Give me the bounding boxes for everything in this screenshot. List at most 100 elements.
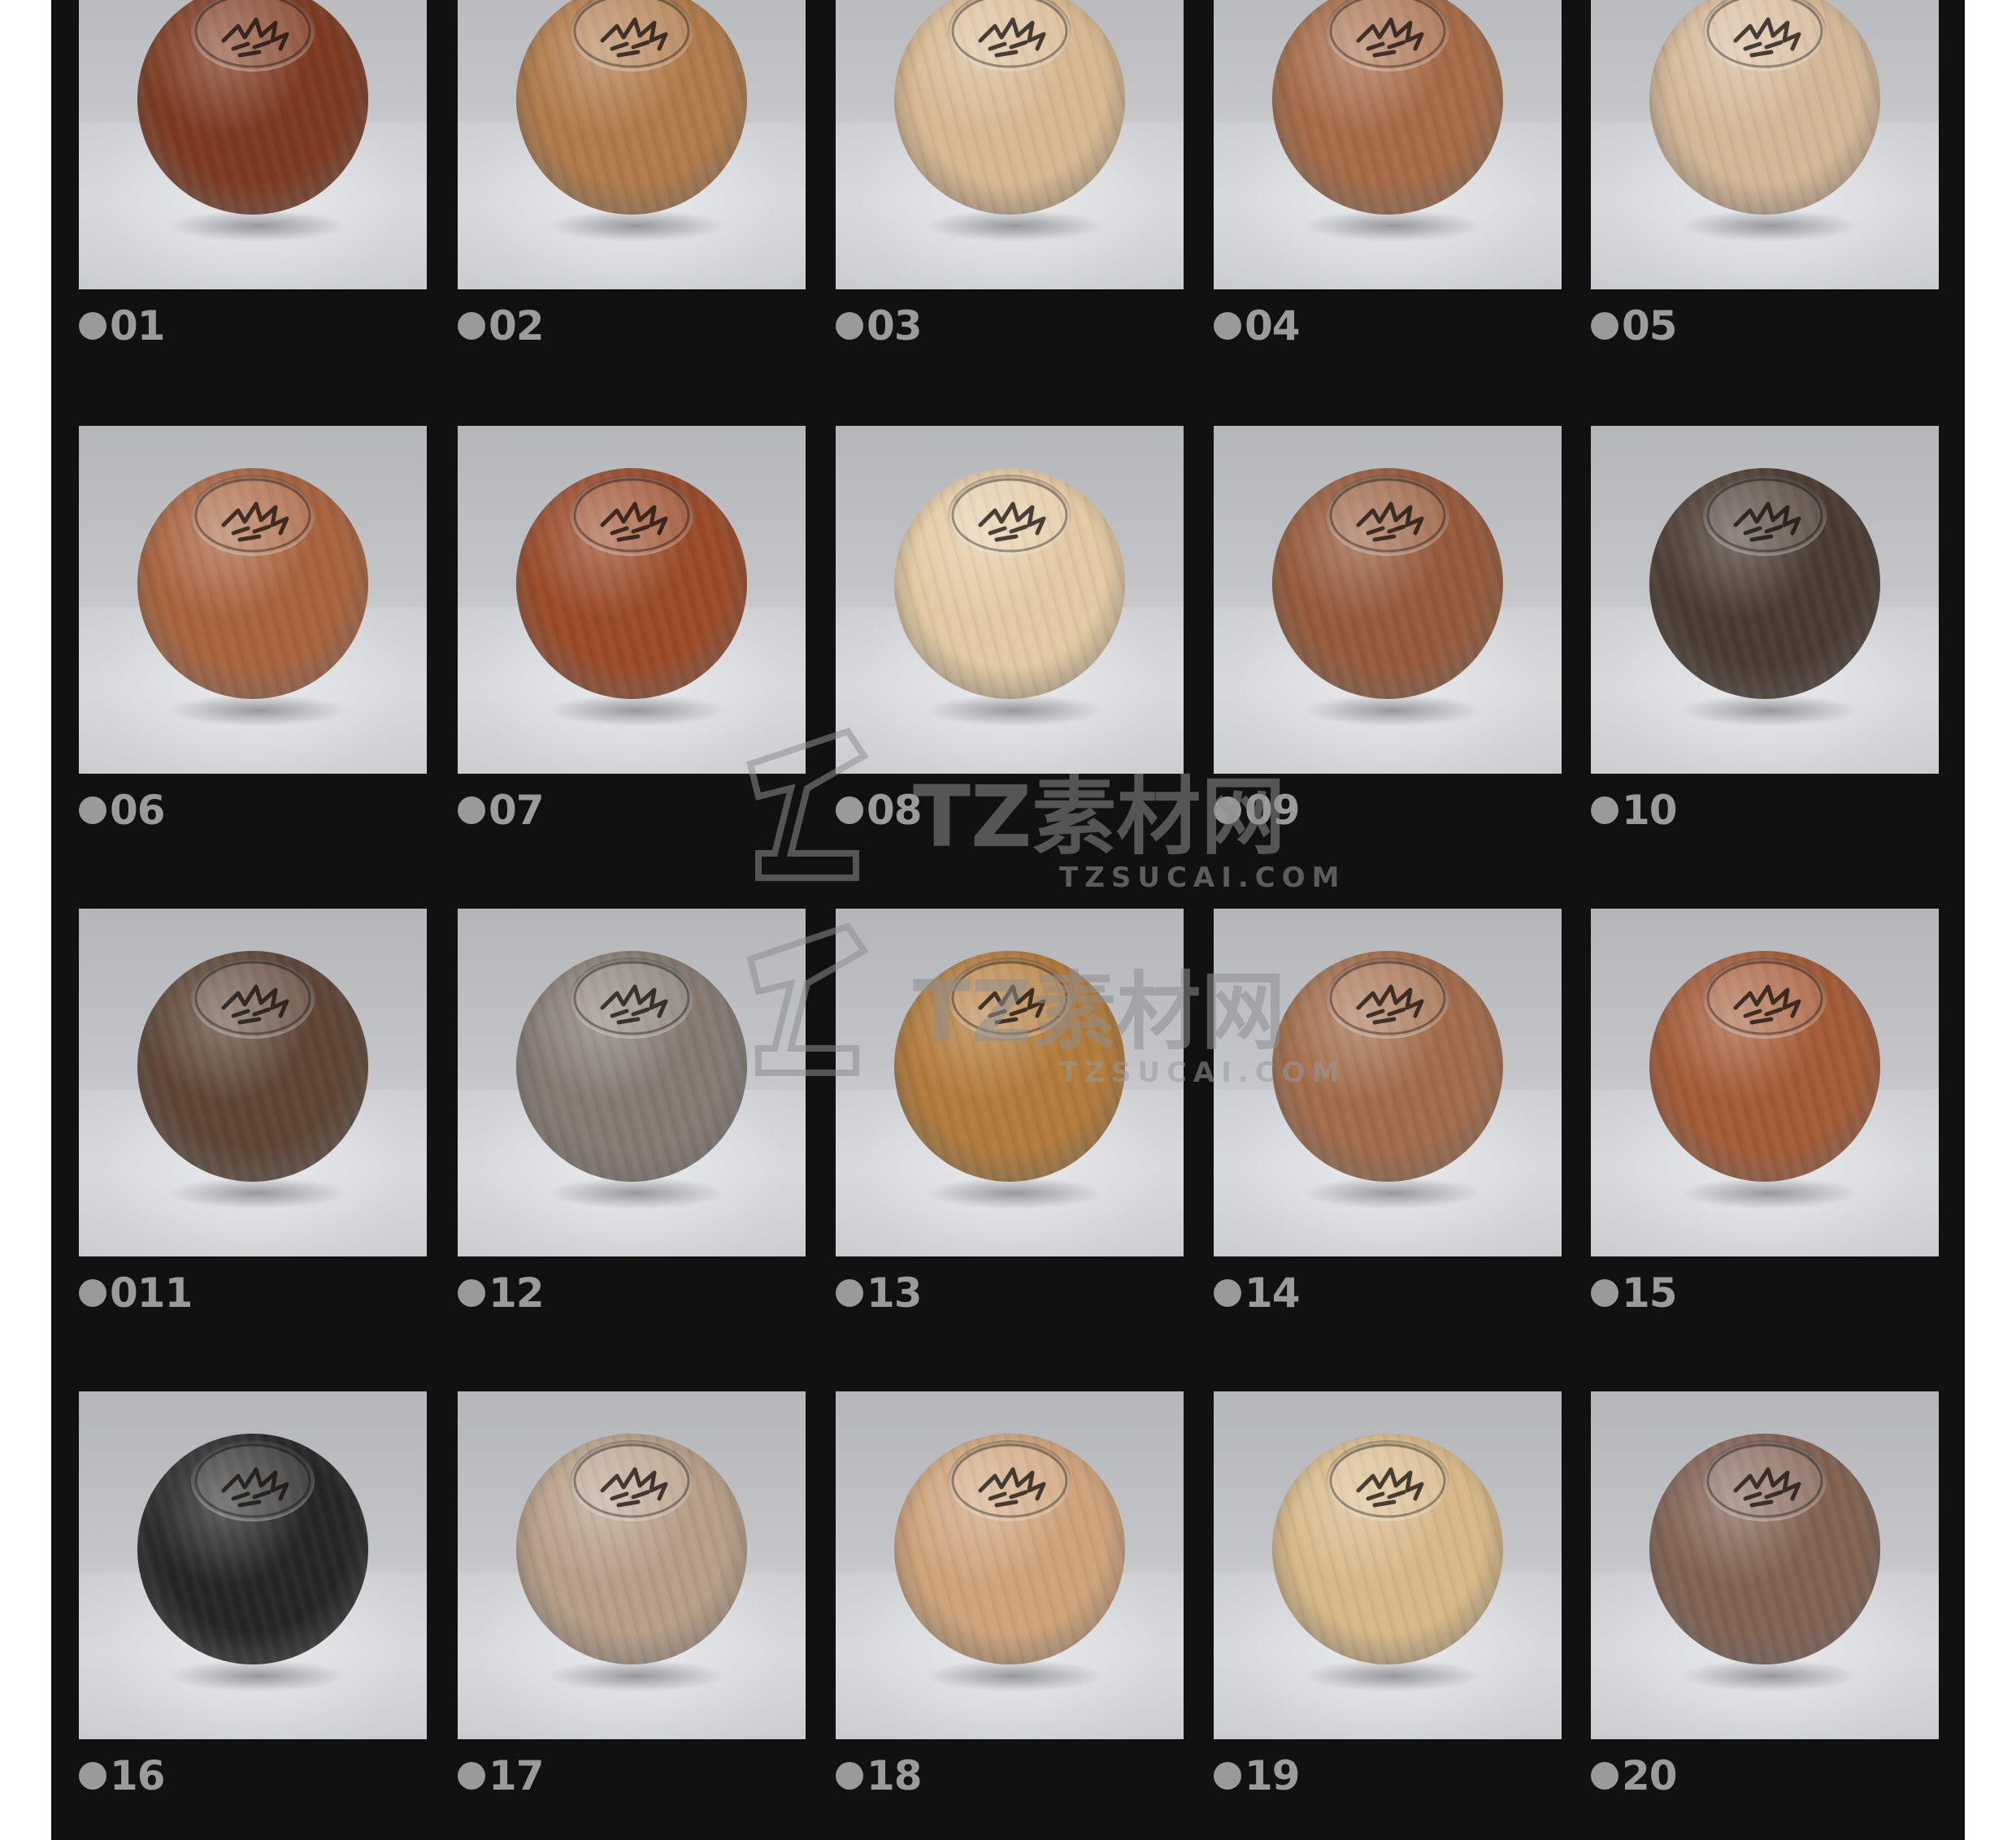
swatch-label: 17: [458, 1751, 545, 1800]
emblem-icon: [948, 957, 1071, 1039]
swatch-label: 05: [1591, 302, 1678, 350]
emblem-icon: [191, 475, 315, 556]
material-sphere: [894, 951, 1125, 1182]
swatch-number: 04: [1245, 302, 1301, 349]
swatch-preview: [458, 0, 806, 289]
sphere-shadow: [1303, 210, 1482, 242]
swatch-number: 17: [489, 1752, 545, 1799]
swatch-number: 19: [1245, 1752, 1301, 1799]
sphere-shadow: [168, 1177, 347, 1209]
swatch-preview: [1214, 909, 1562, 1256]
swatch-preview: [836, 0, 1184, 289]
bullet-dot-icon: [458, 1279, 485, 1307]
swatch-label: 14: [1214, 1269, 1301, 1317]
swatch-label: 06: [79, 786, 166, 835]
swatch-number: 07: [489, 787, 545, 834]
sphere-shadow: [1303, 1660, 1482, 1692]
swatch-preview: [79, 426, 427, 774]
sphere-shadow: [925, 1177, 1104, 1209]
emblem-icon: [1326, 475, 1449, 556]
swatch-preview: [1214, 0, 1562, 289]
swatch-number: 03: [867, 302, 923, 349]
bullet-dot-icon: [836, 1762, 863, 1790]
swatch-number: 01: [110, 302, 166, 349]
swatch-label: 03: [836, 302, 923, 350]
emblem-icon: [1703, 475, 1827, 556]
sphere-shadow: [1303, 1177, 1482, 1209]
swatch-preview: [79, 0, 427, 289]
material-sphere: [1649, 1434, 1880, 1664]
material-sphere: [1272, 468, 1503, 699]
emblem-icon: [570, 0, 693, 72]
bullet-dot-icon: [1591, 1762, 1618, 1790]
bullet-dot-icon: [1591, 1279, 1618, 1307]
emblem-icon: [948, 475, 1071, 556]
emblem-icon: [191, 0, 315, 72]
emblem-icon: [1703, 957, 1827, 1039]
bullet-dot-icon: [79, 796, 106, 824]
swatch-label: 09: [1214, 786, 1301, 835]
sphere-shadow: [168, 694, 347, 727]
swatch-preview: [458, 909, 806, 1256]
emblem-icon: [1326, 1440, 1449, 1521]
material-sphere: [137, 951, 368, 1182]
material-sphere: [1272, 1434, 1503, 1664]
sphere-shadow: [1680, 1660, 1859, 1692]
swatch-label: 011: [79, 1269, 193, 1317]
swatch-preview: [458, 1391, 806, 1739]
swatch-number: 15: [1622, 1269, 1678, 1317]
material-sphere: [137, 1434, 368, 1664]
sphere-shadow: [547, 1177, 726, 1209]
sphere-shadow: [925, 1660, 1104, 1692]
bullet-dot-icon: [1591, 796, 1618, 824]
bullet-dot-icon: [79, 1279, 106, 1307]
sphere-shadow: [168, 1660, 347, 1692]
swatch-label: 01: [79, 302, 166, 350]
bullet-dot-icon: [458, 796, 485, 824]
swatch-preview: [79, 909, 427, 1256]
swatch-number: 12: [489, 1269, 545, 1317]
swatch-number: 011: [110, 1269, 193, 1317]
bullet-dot-icon: [836, 1279, 863, 1307]
emblem-icon: [570, 1440, 693, 1521]
swatch-preview: [458, 426, 806, 774]
swatch-number: 20: [1622, 1752, 1678, 1799]
swatch-preview: [836, 909, 1184, 1256]
swatch-label: 07: [458, 786, 545, 835]
material-sphere: [1272, 951, 1503, 1182]
sphere-shadow: [168, 210, 347, 242]
bullet-dot-icon: [836, 312, 863, 340]
swatch-label: 15: [1591, 1269, 1678, 1317]
swatch-label: 10: [1591, 786, 1678, 835]
swatch-preview: [836, 426, 1184, 774]
emblem-icon: [1326, 0, 1449, 72]
swatch-preview: [1214, 1391, 1562, 1739]
emblem-icon: [1703, 1440, 1827, 1521]
emblem-icon: [1703, 0, 1827, 72]
sphere-shadow: [1680, 210, 1859, 242]
sphere-shadow: [1680, 694, 1859, 727]
swatch-label: 04: [1214, 302, 1301, 350]
swatch-label: 13: [836, 1269, 923, 1317]
emblem-icon: [570, 957, 693, 1039]
sphere-shadow: [925, 694, 1104, 727]
emblem-icon: [1326, 957, 1449, 1039]
material-sphere: [1649, 468, 1880, 699]
swatch-preview: [1591, 426, 1939, 774]
material-sphere: [894, 468, 1125, 699]
sphere-shadow: [1303, 694, 1482, 727]
bullet-dot-icon: [79, 1762, 106, 1790]
bullet-dot-icon: [79, 312, 106, 340]
swatch-number: 14: [1245, 1269, 1301, 1317]
bullet-dot-icon: [1591, 312, 1618, 340]
swatch-number: 06: [110, 787, 166, 834]
swatch-preview: [79, 1391, 427, 1739]
bullet-dot-icon: [1214, 796, 1241, 824]
swatch-label: 20: [1591, 1751, 1678, 1800]
swatch-label: 02: [458, 302, 545, 350]
emblem-icon: [948, 1440, 1071, 1521]
bullet-dot-icon: [1214, 312, 1241, 340]
material-sphere: [137, 468, 368, 699]
swatch-label: 16: [79, 1751, 166, 1800]
swatch-label: 19: [1214, 1751, 1301, 1800]
